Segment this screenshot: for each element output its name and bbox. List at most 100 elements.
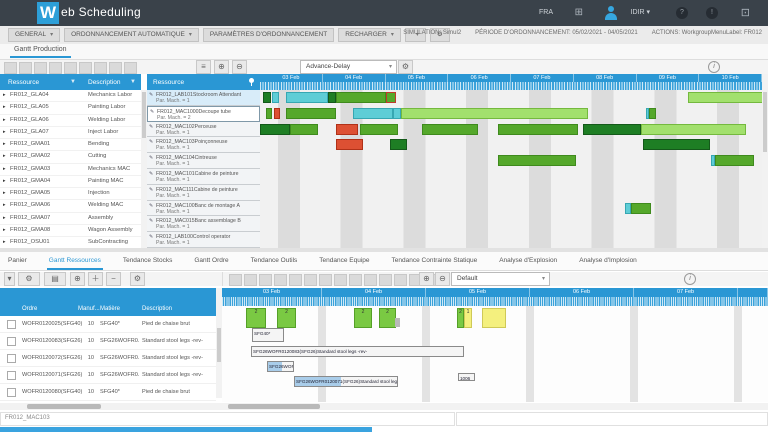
expand-icon[interactable]: ▸	[3, 102, 6, 113]
gantt-task-bar[interactable]	[260, 124, 290, 135]
toolbar-button[interactable]	[94, 62, 107, 74]
gantt-task-bar[interactable]	[583, 124, 641, 135]
row-checkbox[interactable]	[7, 388, 16, 397]
gantt-task-bar[interactable]	[272, 92, 279, 103]
toolbar-button[interactable]	[244, 274, 257, 286]
gantt-task-bar[interactable]	[336, 124, 358, 135]
settings-dropdown-button[interactable]: ⚙	[18, 272, 40, 286]
toolbar-button[interactable]	[349, 274, 362, 286]
filter-icon[interactable]: ▼	[130, 79, 136, 85]
row-checkbox[interactable]	[7, 320, 16, 329]
capacity-block[interactable]	[482, 308, 506, 328]
language-selector[interactable]: FRA	[539, 0, 553, 26]
list-view-button[interactable]: ≡	[196, 60, 211, 74]
table-row[interactable]: ▸FR012_GMA08Wagon Assembly	[0, 225, 141, 237]
toolbar-button[interactable]	[34, 62, 47, 74]
order-bar[interactable]: 1006	[458, 373, 475, 381]
toolbar-button[interactable]	[4, 62, 17, 74]
machine-list-item[interactable]: ✎FR012_MAC015Banc assemblage BPar. Mach.…	[147, 216, 260, 232]
table-row[interactable]: ▸FR012_GLA05Painting Labor	[0, 102, 141, 114]
gantt-task-bar[interactable]	[263, 92, 271, 103]
scrollbar-thumb[interactable]	[217, 328, 221, 362]
toolbar-button[interactable]	[64, 62, 77, 74]
gantt-task-bar[interactable]	[393, 108, 401, 119]
expand-icon[interactable]: ▸	[3, 127, 6, 138]
row-checkbox[interactable]	[7, 371, 16, 380]
machine-list-item[interactable]: ✎FR012_LAB101Stockroom AttendantPar. Mac…	[147, 90, 260, 106]
menu-button-general[interactable]: GENERAL▾	[8, 28, 60, 42]
capacity-block[interactable]: 2	[277, 308, 296, 328]
tab-analyse-d-implosion[interactable]: Analyse d'Implosion	[577, 255, 639, 270]
machine-list-item[interactable]: ✎FR012_MAC104CintreusePar. Mach. = 1	[147, 153, 260, 169]
gantt-task-bar[interactable]	[715, 155, 754, 166]
order-gantt-hscrollbar[interactable]	[222, 403, 768, 410]
order-bar[interactable]: SFG26WOFR	[267, 361, 294, 372]
machine-list-item[interactable]: ✎FR012_MAC101Cabine de peinturePar. Mach…	[147, 169, 260, 185]
toolbar-button[interactable]	[259, 274, 272, 286]
tab-tendance-contrainte-statique[interactable]: Tendance Contrainte Statique	[390, 255, 480, 270]
gantt-task-bar[interactable]	[643, 139, 710, 150]
tab-tendance-stocks[interactable]: Tendance Stocks	[121, 255, 175, 270]
gantt-task-bar[interactable]	[274, 108, 280, 119]
expand-icon[interactable]: ▸	[3, 237, 6, 248]
notifications-icon[interactable]: !	[706, 7, 718, 19]
zoom-in-button[interactable]: ⊕	[419, 272, 434, 286]
zoom-out-button[interactable]: ⊖	[232, 60, 247, 74]
bottom-scroll-indicator[interactable]	[0, 427, 372, 432]
scrollbar-thumb[interactable]	[27, 404, 101, 409]
user-menu[interactable]: IDIR ▾	[631, 0, 650, 26]
add-button[interactable]: ＋	[88, 272, 103, 286]
order-table-hscrollbar[interactable]	[0, 403, 222, 410]
document-dropdown-button[interactable]: ▤	[44, 272, 66, 286]
search-button[interactable]: ⊕	[70, 272, 85, 286]
apps-grid-icon[interactable]: ⊞	[575, 0, 583, 26]
expand-icon[interactable]: ▸	[3, 188, 6, 199]
info-icon[interactable]: i	[708, 61, 720, 73]
capacity-block[interactable]: 2	[246, 308, 266, 328]
order-row[interactable]: WOFR0120080(SFG40)10SFG40*Pied de chaise…	[0, 384, 216, 401]
expand-icon[interactable]: ▸	[3, 139, 6, 150]
expand-icon[interactable]: ▸	[3, 115, 6, 126]
table-row[interactable]: ▸FR012_GMA01Bending	[0, 139, 141, 151]
gantt-scrollbar[interactable]	[762, 74, 768, 248]
toolbar-button[interactable]	[274, 274, 287, 286]
filter-icon[interactable]: ▼	[70, 79, 76, 85]
table-row[interactable]: ▸FR012_GMA07Assembly	[0, 213, 141, 225]
view-preset-dropdown[interactable]: Default ▾	[451, 272, 550, 286]
remove-button[interactable]: −	[106, 272, 121, 286]
toolbar-button[interactable]	[304, 274, 317, 286]
capacity-block[interactable]: 1	[464, 308, 472, 328]
capacity-block[interactable]: 2	[379, 308, 396, 328]
row-checkbox[interactable]	[7, 337, 16, 346]
gantt-task-bar[interactable]	[386, 92, 396, 103]
tab-panier[interactable]: Panier	[6, 255, 29, 270]
fullscreen-icon[interactable]: ⊡	[741, 0, 750, 26]
toolbar-button[interactable]	[229, 274, 242, 286]
tab-tendance-outils[interactable]: Tendance Outils	[249, 255, 300, 270]
table-row[interactable]: ▸FR012_GMA06Welding MAC	[0, 200, 141, 212]
expand-icon[interactable]: ▸	[3, 213, 6, 224]
expand-icon[interactable]: ▸	[3, 90, 6, 101]
tab-gantt-ordre[interactable]: Gantt Ordre	[192, 255, 230, 270]
gantt-task-bar[interactable]	[290, 124, 318, 135]
expand-icon[interactable]: ▸	[3, 151, 6, 162]
toolbar-button[interactable]	[19, 62, 32, 74]
zoom-in-button[interactable]: ⊕	[214, 60, 229, 74]
capacity-block[interactable]: 2	[457, 308, 464, 328]
gantt-task-bar[interactable]	[286, 108, 336, 119]
user-avatar-icon[interactable]	[604, 6, 618, 20]
toolbar-button[interactable]	[394, 274, 407, 286]
toolbar-button[interactable]	[379, 274, 392, 286]
gantt-task-bar[interactable]	[336, 139, 363, 150]
machine-list-item[interactable]: ✎FR012_MAC111Cabine de peinturePar. Mach…	[147, 185, 260, 201]
toolbar-button[interactable]	[124, 62, 137, 74]
scrollbar-thumb[interactable]	[228, 404, 320, 409]
menu-button-ordonnancement-automatique[interactable]: ORDONNANCEMENT AUTOMATIQUE▾	[64, 28, 199, 42]
gantt-task-bar[interactable]	[390, 139, 407, 150]
toolbar-button[interactable]	[49, 62, 62, 74]
scrollbar-thumb[interactable]	[763, 92, 767, 152]
toolbar-button[interactable]	[109, 62, 122, 74]
toolbar-button[interactable]	[319, 274, 332, 286]
gantt-task-bar[interactable]	[688, 92, 762, 103]
gantt-task-bar[interactable]	[353, 108, 393, 119]
